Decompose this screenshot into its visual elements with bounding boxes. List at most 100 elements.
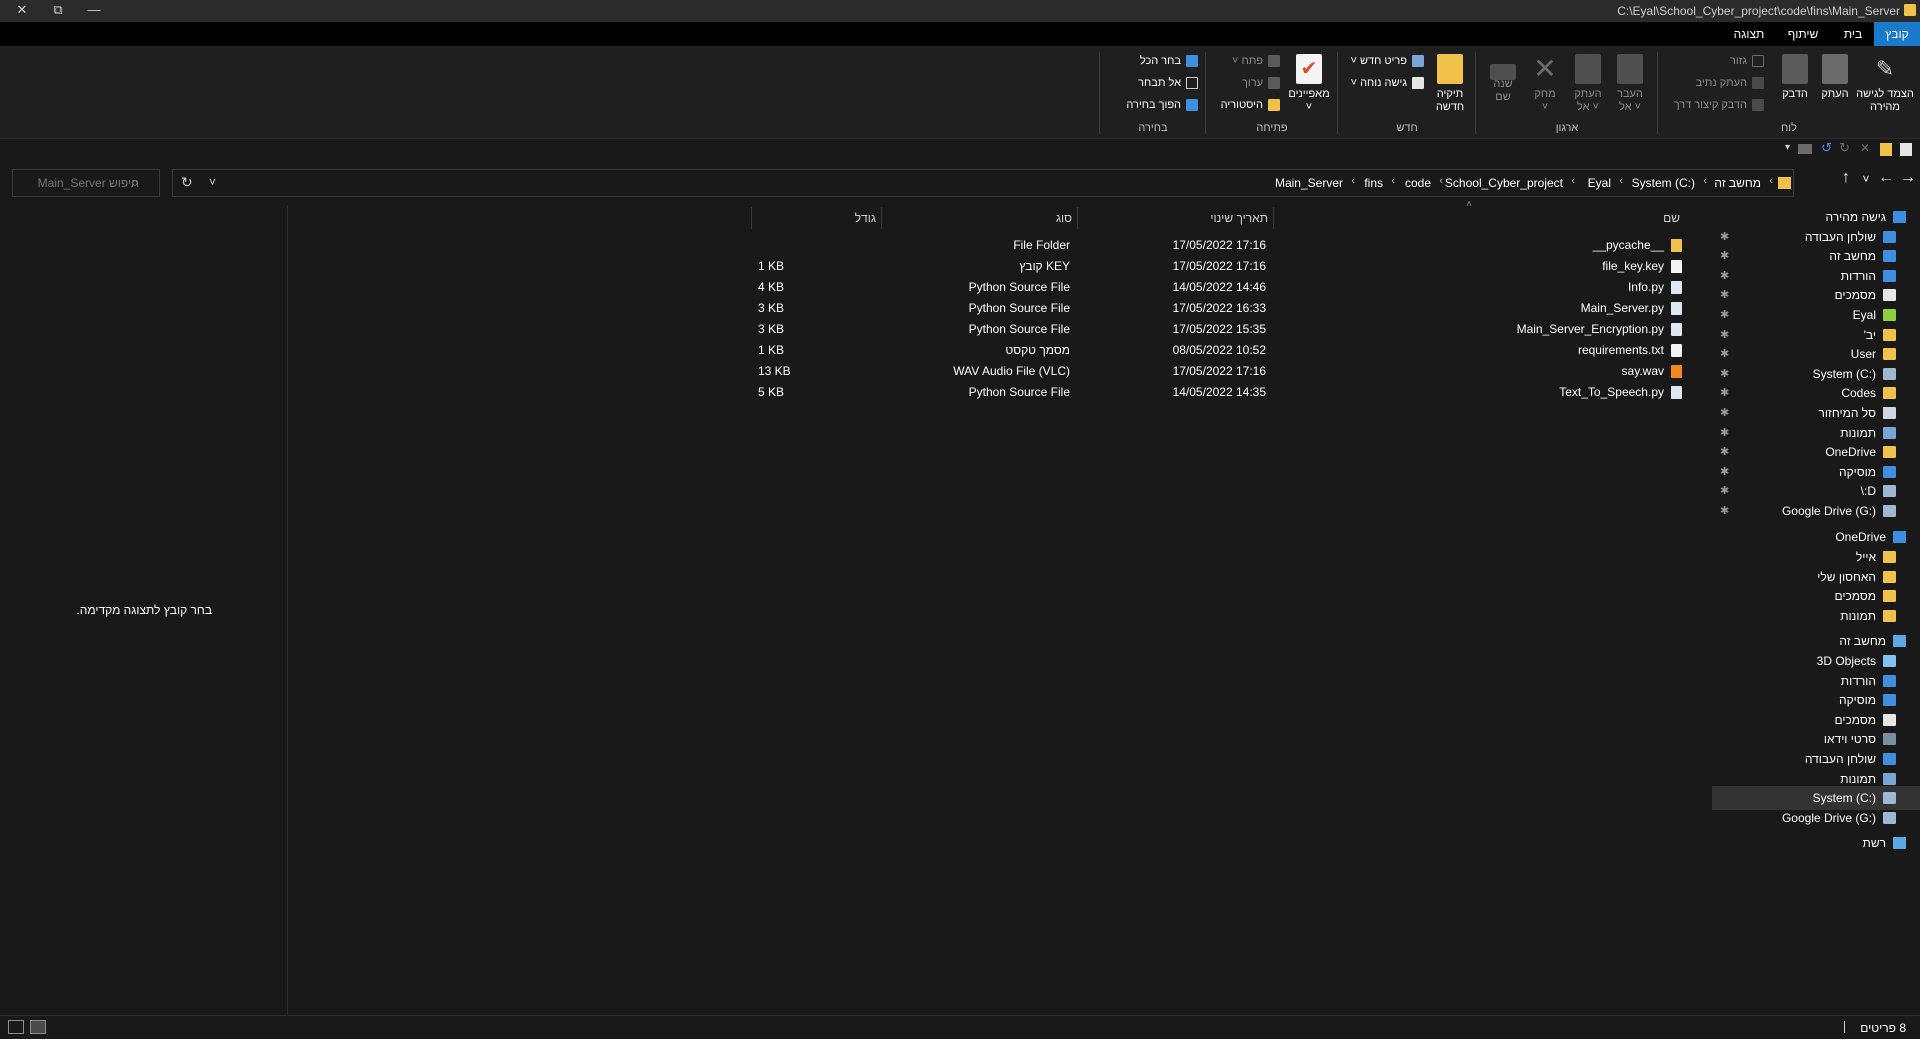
file-row[interactable]: Main_Server_Encryption.py 17/05/2022 15:3…	[288, 319, 1688, 340]
file-row[interactable]: Text_To_Speech.py 14/05/2022 14:35 Python …	[288, 382, 1688, 403]
preview-pane: בחר קובץ לתצוגה מקדימה.	[0, 205, 288, 1015]
quick-item-icon	[1883, 348, 1896, 361]
crumb-fins[interactable]: fins	[1364, 176, 1383, 190]
delete-button[interactable]: ✕ מחק ˅	[1526, 54, 1564, 114]
file-row[interactable]: file_key.key 17/05/2022 17:16 קובץ KEY 1 KB	[288, 256, 1688, 277]
edit-label: ערוך	[1241, 77, 1263, 89]
column-header-size[interactable]: גודל	[752, 205, 882, 231]
select-all-icon	[1186, 55, 1198, 68]
breadcrumb-separator[interactable]: ‹	[1619, 175, 1623, 187]
quick-item-icon	[1883, 387, 1896, 400]
clipboard-group-label: לוח	[1781, 122, 1797, 134]
address-bar[interactable]: ↻ ˅ ‹ מחשב זה ‹ System (C:) ‹ Eyal ‹ Sch…	[172, 169, 1794, 197]
edit-icon	[1268, 77, 1280, 90]
cut-button[interactable]: גזור	[1730, 52, 1764, 70]
pin-to-quick-access-button[interactable]: ✎ הצמד לגישה מהירה	[1856, 54, 1914, 114]
crumb-main-server[interactable]: Main_Server	[1275, 176, 1343, 190]
pc-item-icon	[1883, 674, 1896, 687]
easy-access-button[interactable]: גישה נוחה ˅	[1351, 74, 1424, 92]
open-button[interactable]: פתח ˅	[1232, 52, 1280, 70]
breadcrumb-separator[interactable]: ‹	[1351, 175, 1355, 187]
file-size: 5 KB	[758, 385, 785, 399]
file-row[interactable]: Main_Server.py 17/05/2022 16:33 Python Sou…	[288, 298, 1688, 319]
paste-shortcut-button[interactable]: הדבק קיצור דרך	[1674, 96, 1764, 114]
recent-locations-button[interactable]: ˅	[1856, 172, 1876, 186]
nav-onedrive-item[interactable]: תמונות	[1712, 604, 1920, 628]
new-folder-qat-icon[interactable]	[1880, 143, 1892, 156]
file-row[interactable]: say.wav 17/05/2022 17:16 WAV Audio File (V…	[288, 361, 1688, 382]
back-button[interactable]: →	[1898, 169, 1918, 187]
file-row[interactable]: Info.py 14/05/2022 14:46 Python Source Fil…	[288, 277, 1688, 298]
tab-view[interactable]: תצוגה	[1724, 22, 1774, 46]
copy-button[interactable]: העתק	[1816, 54, 1854, 101]
invert-selection-label: הפוך בחירה	[1126, 99, 1181, 111]
large-icons-view-icon[interactable]	[30, 1020, 46, 1034]
file-icon	[1671, 260, 1682, 273]
tab-share[interactable]: שיתוף	[1778, 22, 1828, 46]
ribbon: ✎ הצמד לגישה מהירה העתק הדבק גזור העתק נ…	[0, 46, 1920, 139]
undo-icon[interactable]: ↺	[1821, 140, 1832, 156]
nav-pc-item[interactable]: Google Drive (G:)	[1712, 806, 1920, 830]
pc-item-icon	[1883, 792, 1896, 805]
delete-qat-icon[interactable]: ✕	[1860, 141, 1870, 155]
breadcrumb-separator[interactable]: ‹	[1391, 175, 1395, 187]
paste-shortcut-icon	[1752, 99, 1764, 112]
breadcrumb-separator[interactable]: ‹	[1571, 175, 1575, 187]
new-item-button[interactable]: פריט חדש ˅	[1350, 52, 1424, 70]
up-button[interactable]: ↑	[1836, 169, 1856, 187]
nav-quick-item[interactable]: Google Drive (G:) ✱	[1712, 499, 1920, 523]
forward-button[interactable]: ←	[1876, 169, 1896, 187]
quick-item-icon	[1883, 407, 1896, 419]
select-none-button[interactable]: אל תבחר	[1138, 74, 1198, 92]
minimize-button[interactable]: —	[72, 0, 116, 22]
copy-to-button[interactable]: העתק אל ˅	[1568, 54, 1608, 114]
breadcrumb-separator[interactable]: ‹	[1439, 175, 1443, 187]
history-button[interactable]: היסטוריה	[1221, 96, 1280, 114]
tab-home[interactable]: בית	[1832, 22, 1874, 46]
tab-file[interactable]: קובץ	[1874, 22, 1920, 46]
column-header-type[interactable]: סוג	[882, 205, 1078, 231]
open-label: פתח ˅	[1231, 55, 1263, 67]
crumb-eyal[interactable]: Eyal	[1588, 176, 1611, 190]
refresh-icon[interactable]: ↻	[181, 174, 193, 191]
new-folder-button[interactable]: תיקיה חדשה	[1430, 54, 1470, 114]
file-row[interactable]: __pycache__ 17/05/2022 17:16 File Folder	[288, 235, 1688, 256]
invert-selection-button[interactable]: הפוך בחירה	[1126, 96, 1198, 114]
crumb-school-cyber-project[interactable]: School_Cyber_project	[1445, 176, 1563, 190]
properties-button[interactable]: ✔ מאפיינים ˅	[1286, 54, 1332, 114]
rename-button[interactable]: שנה שם	[1484, 54, 1522, 104]
rename-qat-icon[interactable]	[1798, 144, 1812, 154]
breadcrumb-separator[interactable]: ‹	[1703, 175, 1707, 187]
file-size: 3 KB	[758, 322, 785, 336]
quick-item-icon	[1883, 367, 1896, 380]
select-all-button[interactable]: בחר הכל	[1140, 52, 1198, 70]
nav-network[interactable]: רשת	[1712, 831, 1920, 855]
quick-item-icon	[1883, 485, 1896, 498]
crumb-this-pc[interactable]: מחשב זה	[1714, 176, 1761, 190]
file-row[interactable]: requirements.txt 08/05/2022 10:52 מסמך טקס…	[288, 340, 1688, 361]
edit-button[interactable]: ערוך	[1242, 74, 1280, 92]
properties-qat-icon[interactable]	[1900, 143, 1912, 156]
address-dropdown-icon[interactable]: ˅	[209, 175, 216, 189]
select-group-label: בחירה	[1138, 122, 1168, 134]
column-header-date[interactable]: תאריך שינוי	[1078, 205, 1274, 231]
copy-label: העתק	[1821, 88, 1849, 100]
details-view-icon[interactable]	[8, 1020, 24, 1034]
delete-icon: ✕	[1533, 53, 1557, 84]
crumb-code[interactable]: code	[1405, 176, 1431, 190]
history-label: היסטוריה	[1220, 99, 1263, 111]
breadcrumb-separator[interactable]: ‹	[1769, 175, 1773, 187]
crumb-system-c[interactable]: System (C:)	[1632, 176, 1695, 190]
copy-path-button[interactable]: העתק נתיב	[1696, 74, 1764, 92]
redo-icon[interactable]: ↻	[1839, 140, 1850, 156]
search-input[interactable]	[21, 176, 139, 190]
customize-qat-icon[interactable]: ▾	[1785, 142, 1790, 153]
search-box[interactable]: ⌕	[12, 169, 160, 197]
paste-button[interactable]: הדבק	[1776, 54, 1814, 101]
paste-icon	[1782, 54, 1808, 84]
column-divider[interactable]	[751, 207, 752, 229]
nav-label: Google Drive (G:)	[1781, 810, 1876, 825]
column-header-name[interactable]: שם	[1274, 205, 1688, 231]
move-to-button[interactable]: העבר אל ˅	[1610, 54, 1650, 114]
quick-access-toolbar: ✕ ↻ ↺ ▾	[0, 139, 1920, 161]
